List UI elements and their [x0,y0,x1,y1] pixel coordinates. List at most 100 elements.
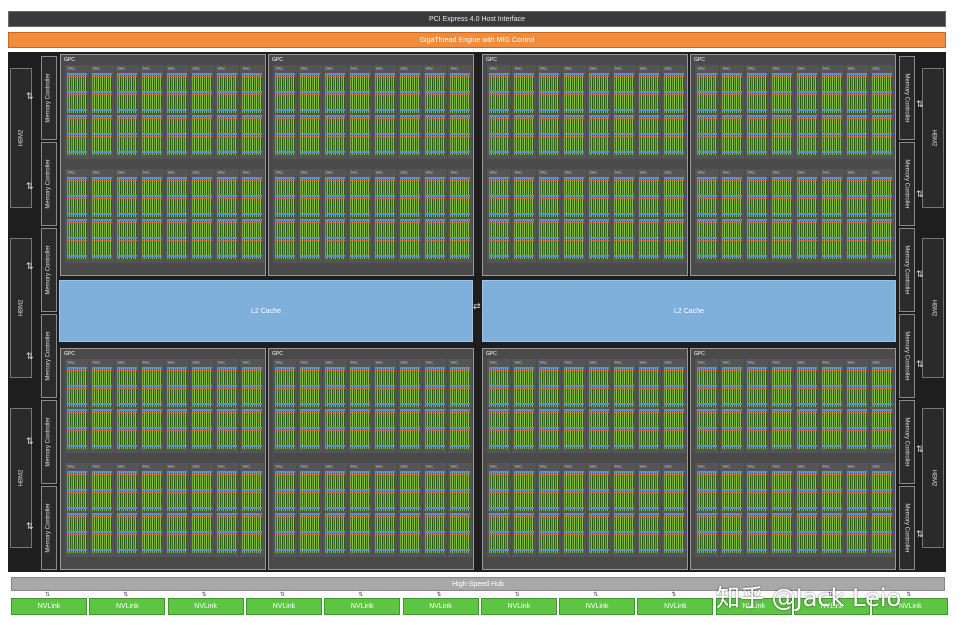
cache-stripe [539,409,559,411]
tpc-label: TPC [847,66,855,71]
cache-stripe [697,445,717,447]
sm-block [217,367,237,407]
sm-block [847,219,867,259]
register-stripe [400,370,420,371]
cache-stripe [275,445,295,447]
tpc-label: TPC [117,360,125,365]
cache-stripe [425,507,445,509]
register-stripe [847,492,867,493]
cache-stripe [564,255,584,257]
register-stripe [167,180,187,181]
sm-block [539,73,559,113]
cache-stripe [142,237,162,239]
cache-stripe [514,489,534,491]
sm-block [117,367,137,407]
cache-stripe [217,195,237,197]
hbm-stack-right-3-label: HBM2 [929,469,936,487]
register-stripe [539,76,559,77]
cache-stripe [639,409,659,411]
tpc-label: TPC [872,170,880,175]
register-stripe [564,412,584,413]
sm-block [192,73,212,113]
sm-block [539,409,559,449]
sm-block [117,409,137,449]
register-stripe [375,136,395,137]
register-stripe [400,180,420,181]
register-stripe [722,492,742,493]
register-stripe [589,388,609,389]
hbm-connector-icon: ⇅ [916,270,924,280]
nvlink-2: NVLink [89,598,166,615]
cache-stripe [192,133,212,135]
cache-stripe [300,531,320,533]
tpc-label: TPC [67,360,75,365]
register-stripe [697,370,717,371]
cache-stripe [67,507,87,509]
cache-stripe [614,73,634,75]
register-stripe [350,118,370,119]
sm-block [514,471,534,511]
cache-stripe [400,255,420,257]
sm-block [697,219,717,259]
tpc-block: TPC [215,463,239,557]
register-stripe [167,534,187,535]
cache-stripe [67,219,87,221]
tpc-block: TPC [298,359,322,453]
cache-stripe [450,513,470,515]
sm-block [489,409,509,449]
sm-block [67,471,87,511]
cache-stripe [350,427,370,429]
register-stripe [167,492,187,493]
register-stripe [772,136,792,137]
sm-block [697,513,717,553]
register-stripe [400,76,420,77]
cache-stripe [614,403,634,405]
cache-stripe [697,177,717,179]
register-stripe [117,222,137,223]
tpc-label: TPC [350,66,358,71]
register-stripe [325,222,345,223]
register-stripe [242,118,262,119]
tpc-label: TPC [614,170,622,175]
cache-stripe [872,507,892,509]
cache-stripe [747,507,767,509]
cache-stripe [117,489,137,491]
register-stripe [722,136,742,137]
register-stripe [797,492,817,493]
register-stripe [847,370,867,371]
register-stripe [747,94,767,95]
cache-stripe [400,213,420,215]
cache-stripe [350,409,370,411]
cache-stripe [489,151,509,153]
cache-stripe [722,177,742,179]
tpc-block: TPC [348,169,372,263]
cache-stripe [217,409,237,411]
cache-stripe [514,213,534,215]
cache-stripe [697,409,717,411]
register-stripe [772,516,792,517]
cache-stripe [350,255,370,257]
register-stripe [117,180,137,181]
tpc-block: TPC [795,359,819,453]
tpc-block: TPC [612,169,636,263]
cache-stripe [589,219,609,221]
sm-block [350,513,370,553]
cache-stripe [275,427,295,429]
register-stripe [489,76,509,77]
cache-stripe [400,91,420,93]
register-stripe [350,198,370,199]
cache-stripe [589,115,609,117]
cache-stripe [375,367,395,369]
register-stripe [275,516,295,517]
register-stripe [275,388,295,389]
cache-stripe [300,91,320,93]
register-stripe [350,534,370,535]
cache-stripe [192,531,212,533]
cache-stripe [514,219,534,221]
cache-stripe [142,133,162,135]
register-stripe [117,198,137,199]
cache-stripe [400,409,420,411]
cache-stripe [142,531,162,533]
sm-block [117,115,137,155]
sm-block [664,73,684,113]
